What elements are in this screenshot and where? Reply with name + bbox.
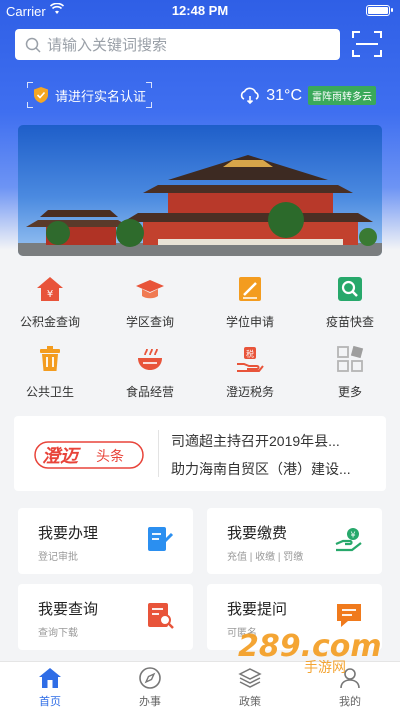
news-headline[interactable]: 司適超主持召开2019年县... [171, 431, 340, 451]
tab-label: 办事 [139, 696, 161, 708]
weather-condition-badge: 雷阵雨转多云 [308, 86, 376, 105]
service-food-business[interactable]: 食品经营 [100, 344, 200, 400]
banner-image[interactable] [18, 125, 382, 256]
card-handle[interactable]: 我要办理 登记审批 [18, 508, 193, 574]
graduation-cap-icon [136, 280, 164, 299]
news-logo: 澄迈 头条 [34, 441, 144, 469]
battery-icon [366, 5, 393, 16]
weather-widget[interactable]: 31°C 雷阵雨转多云 [239, 86, 376, 105]
doc-search-icon [148, 603, 174, 629]
service-degree-apply[interactable]: 学位申请 [200, 274, 300, 330]
news-headline[interactable]: 助力海南自贸区（港）建设... [171, 459, 351, 479]
food-bowl-icon [138, 348, 162, 370]
service-housing-fund[interactable]: ¥ 公积金查询 [0, 274, 100, 330]
watermark-logo: 289.com 手游网 [238, 629, 382, 676]
card-subtitle: 登记审批 [38, 552, 78, 563]
tab-label: 首页 [39, 696, 61, 708]
service-label: 公共卫生 [25, 385, 74, 399]
service-label: 学位申请 [225, 315, 274, 329]
service-vaccine-check[interactable]: 疫苗快查 [300, 274, 400, 330]
service-school-district[interactable]: 学区查询 [100, 274, 200, 330]
watermark-brand: 289.com [238, 629, 382, 664]
news-logo-tag: 头条 [96, 448, 124, 465]
search-input[interactable]: 请输入关键词搜索 [15, 29, 340, 60]
watermark-sub: 手游网 [304, 660, 346, 676]
search-placeholder: 请输入关键词搜索 [47, 37, 168, 54]
svg-text:¥: ¥ [47, 289, 53, 300]
news-divider [158, 430, 159, 477]
svg-text:税: 税 [246, 349, 254, 359]
shield-icon [34, 87, 48, 103]
service-label: 公积金查询 [19, 315, 80, 329]
tab-label: 政策 [239, 696, 261, 708]
card-title: 我要缴费 [227, 525, 288, 542]
house-fund-icon: ¥ [37, 277, 63, 301]
pen-document-icon [239, 277, 261, 301]
tab-services[interactable]: 办事 [100, 662, 200, 710]
compass-icon [139, 667, 161, 689]
service-public-health[interactable]: 公共卫生 [0, 344, 100, 400]
search-icon [25, 37, 41, 53]
card-subtitle: 充值 | 收缴 | 罚缴 [227, 552, 304, 563]
news-headlines[interactable]: 澄迈 头条 司適超主持召开2019年县... 助力海南自贸区（港）建设... [14, 416, 386, 491]
card-title: 我要办理 [38, 525, 99, 542]
realname-label: 请进行实名认证 [55, 88, 147, 104]
clock: 12:48 PM [171, 3, 229, 18]
service-label: 更多 [337, 385, 362, 399]
search-icon [338, 277, 362, 301]
service-label: 食品经营 [125, 385, 174, 399]
card-subtitle: 查询下载 [38, 628, 78, 639]
realname-verify-button[interactable]: 请进行实名认证 [27, 82, 153, 108]
svg-text:¥: ¥ [350, 531, 355, 540]
card-title: 我要查询 [38, 601, 99, 618]
weather-temperature: 31°C [266, 86, 302, 104]
card-pay[interactable]: 我要缴费 充值 | 收缴 | 罚缴 ¥ [207, 508, 382, 574]
scan-icon[interactable] [351, 29, 383, 59]
service-label: 疫苗快查 [325, 315, 374, 329]
trash-can-icon [40, 346, 60, 371]
card-query[interactable]: 我要查询 查询下载 [18, 584, 193, 650]
tax-hand-icon: 税 [237, 347, 264, 372]
service-tax[interactable]: 税 澄迈税务 [200, 344, 300, 400]
home-icon [39, 668, 61, 688]
news-logo-main: 澄迈 [42, 446, 81, 467]
hand-coin-icon: ¥ [335, 528, 362, 552]
form-pen-icon [148, 527, 174, 551]
tab-home[interactable]: 首页 [0, 662, 100, 710]
service-label: 澄迈税务 [225, 385, 274, 399]
grid-more-icon [337, 345, 364, 372]
status-bar: Carrier 12:48 PM [0, 0, 400, 22]
cloud-rain-icon [241, 87, 260, 104]
tab-label: 我的 [339, 696, 361, 708]
card-title: 我要提问 [227, 601, 288, 618]
service-label: 学区查询 [125, 315, 174, 329]
service-more[interactable]: 更多 [300, 344, 400, 400]
